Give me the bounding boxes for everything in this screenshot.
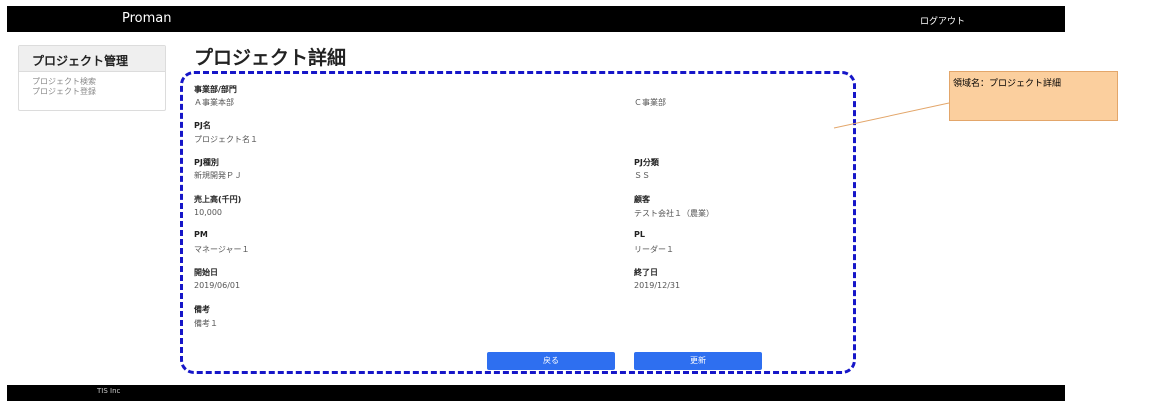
footer: TIS Inc	[7, 385, 1065, 401]
copyright-text: TIS Inc	[97, 387, 121, 395]
annotation-connector-line	[833, 102, 950, 129]
annotation-note: 領域名：プロジェクト詳細	[949, 71, 1118, 121]
